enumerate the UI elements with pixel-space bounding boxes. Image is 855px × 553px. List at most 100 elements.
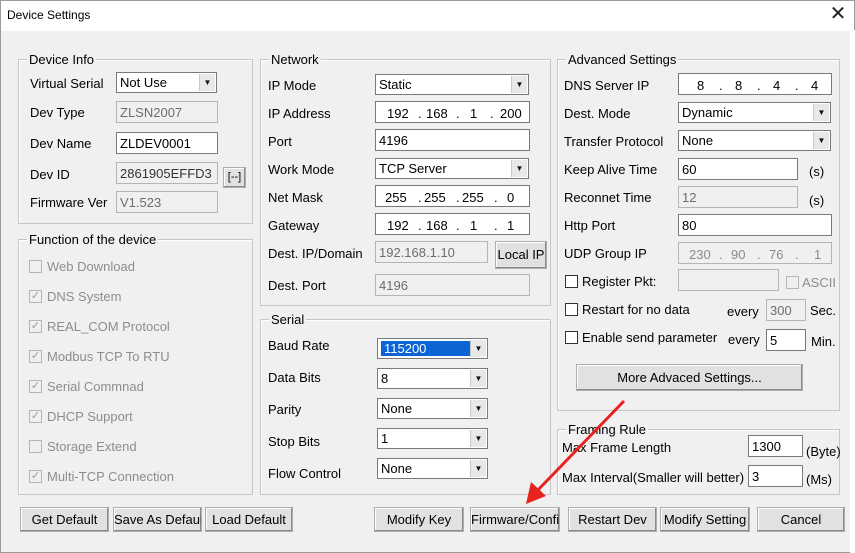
- ip-dot: .: [418, 218, 422, 233]
- reconnect-time-unit: (s): [809, 193, 825, 208]
- ip-address-field[interactable]: 192 . 168 . 1 . 200: [375, 101, 530, 123]
- transfer-protocol-dropdown[interactable]: None ▼: [678, 130, 831, 151]
- keep-alive-field[interactable]: 60: [678, 158, 798, 180]
- device-settings-window: Device Settings ✕ Device Info Virtual Se…: [0, 0, 855, 553]
- data-bits-dropdown[interactable]: 8 ▼: [377, 368, 488, 389]
- restart-no-data-label: Restart for no data: [582, 302, 690, 317]
- mask-octet-2: 255: [424, 190, 446, 205]
- dest-ip-label: Dest. IP/Domain: [268, 246, 363, 261]
- restart-sec-field: 300: [766, 299, 806, 321]
- modify-setting-button[interactable]: Modify Setting: [660, 507, 750, 532]
- max-frame-unit: (Byte): [806, 444, 841, 459]
- ip-octet-1: 192: [387, 106, 409, 121]
- max-interval-field[interactable]: 3: [748, 465, 803, 487]
- register-pkt-checkbox[interactable]: [565, 275, 578, 288]
- dns-octet-3: 4: [773, 78, 781, 93]
- udp-octet-2: 90: [731, 247, 746, 262]
- udp-octet-1: 230: [689, 247, 711, 262]
- udp-group-label: UDP Group IP: [564, 246, 647, 261]
- restart-every-label: every: [727, 304, 759, 319]
- chevron-down-icon: ▼: [813, 104, 829, 121]
- port-label: Port: [268, 134, 292, 149]
- parity-label: Parity: [268, 402, 302, 417]
- modify-key-button[interactable]: Modify Key: [374, 507, 464, 532]
- close-icon[interactable]: ✕: [825, 3, 851, 27]
- chevron-down-icon: ▼: [470, 430, 486, 447]
- more-advanced-button[interactable]: More Advaced Settings...: [576, 364, 803, 391]
- dest-mode-label: Dest. Mode: [564, 106, 631, 121]
- send-param-checkbox[interactable]: [565, 331, 578, 344]
- ip-dot: .: [757, 247, 761, 262]
- virtual-serial-dropdown[interactable]: Not Use ▼: [116, 72, 217, 93]
- window-title: Device Settings: [7, 8, 91, 22]
- baud-rate-dropdown[interactable]: 115200 ▼: [377, 338, 488, 359]
- max-interval-unit: (Ms): [806, 472, 832, 487]
- dhcp-checkbox: ✓: [29, 410, 42, 423]
- reconnect-time-field: 12: [678, 186, 798, 208]
- dev-id-button[interactable]: [--]: [223, 167, 246, 188]
- dns-octet-1: 8: [697, 78, 705, 93]
- chevron-down-icon: ▼: [199, 74, 215, 91]
- mask-octet-4: 0: [507, 190, 515, 205]
- parity-dropdown[interactable]: None ▼: [377, 398, 488, 419]
- http-port-field[interactable]: 80: [678, 214, 832, 236]
- dest-mode-value: Dynamic: [682, 105, 733, 120]
- ip-dot: .: [456, 190, 460, 205]
- baud-rate-label: Baud Rate: [268, 338, 330, 353]
- serial-command-checkbox: ✓: [29, 380, 42, 393]
- ip-octet-2: 168: [426, 106, 448, 121]
- firmware-ver-label: Firmware Ver: [30, 195, 108, 210]
- ip-dot: .: [494, 190, 498, 205]
- dns-octet-4: 4: [811, 78, 819, 93]
- dns-server-field[interactable]: 8 . 8 . 4 . 4: [678, 73, 832, 95]
- flow-control-dropdown[interactable]: None ▼: [377, 458, 488, 479]
- net-mask-label: Net Mask: [268, 190, 323, 205]
- cancel-button[interactable]: Cancel: [757, 507, 845, 532]
- work-mode-dropdown[interactable]: TCP Server ▼: [375, 158, 529, 179]
- gateway-octet-4: 1: [507, 218, 515, 233]
- ip-dot: .: [719, 247, 723, 262]
- real-com-label: REAL_COM Protocol: [47, 319, 170, 334]
- virtual-serial-label: Virtual Serial: [30, 76, 104, 91]
- serial-command-label: Serial Commnad: [47, 379, 144, 394]
- stop-bits-dropdown[interactable]: 1 ▼: [377, 428, 488, 449]
- advanced-legend: Advanced Settings: [566, 52, 679, 67]
- port-field[interactable]: 4196: [375, 129, 530, 151]
- udp-octet-3: 76: [769, 247, 784, 262]
- chevron-down-icon: ▼: [470, 370, 486, 387]
- gateway-field[interactable]: 192 . 168 . 1 . 1: [375, 213, 530, 235]
- get-default-button[interactable]: Get Default: [20, 507, 109, 532]
- max-frame-field[interactable]: 1300: [748, 435, 803, 457]
- net-mask-field[interactable]: 255 . 255 . 255 . 0: [375, 185, 530, 207]
- flow-control-value: None: [381, 461, 413, 476]
- dest-mode-dropdown[interactable]: Dynamic ▼: [678, 102, 831, 123]
- http-port-label: Http Port: [564, 218, 616, 233]
- dest-port-label: Dest. Port: [268, 278, 326, 293]
- send-every-label: every: [728, 332, 760, 347]
- dns-system-label: DNS System: [47, 289, 122, 304]
- load-default-button[interactable]: Load Default: [205, 507, 293, 532]
- ip-dot: .: [456, 106, 460, 121]
- chevron-down-icon: ▼: [470, 400, 486, 417]
- chevron-down-icon: ▼: [511, 76, 527, 93]
- reconnect-time-label: Reconnet Time: [564, 190, 652, 205]
- flow-control-label: Flow Control: [268, 466, 341, 481]
- ip-dot: .: [719, 78, 723, 93]
- restart-no-data-checkbox[interactable]: [565, 303, 578, 316]
- storage-extend-checkbox: [29, 440, 42, 453]
- work-mode-value: TCP Server: [379, 161, 447, 176]
- send-min-field[interactable]: 5: [766, 329, 806, 351]
- dns-octet-2: 8: [735, 78, 743, 93]
- save-as-default-button[interactable]: Save As Default: [113, 507, 202, 532]
- local-ip-button[interactable]: Local IP: [495, 241, 547, 269]
- dev-name-field[interactable]: ZLDEV0001: [116, 132, 218, 154]
- ip-mode-dropdown[interactable]: Static ▼: [375, 74, 529, 95]
- transfer-protocol-label: Transfer Protocol: [564, 134, 664, 149]
- dest-port-field: 4196: [375, 274, 530, 296]
- ip-address-label: IP Address: [268, 106, 331, 121]
- dns-server-label: DNS Server IP: [564, 78, 650, 93]
- dhcp-label: DHCP Support: [47, 409, 133, 424]
- ip-dot: .: [795, 247, 799, 262]
- serial-legend: Serial: [269, 312, 307, 327]
- ip-dot: .: [418, 106, 422, 121]
